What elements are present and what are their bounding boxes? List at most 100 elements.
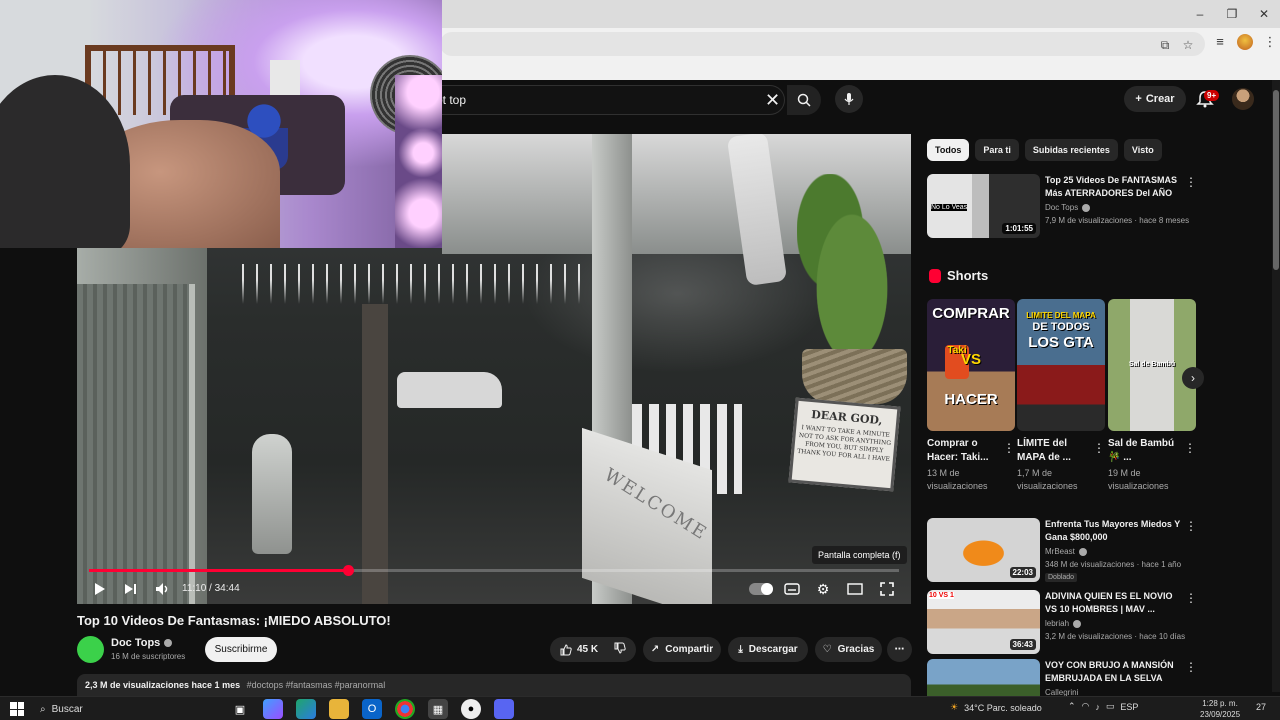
video-thumbnail[interactable]: No Lo Veas 1:01:55 [927,174,1040,238]
windows-start-icon[interactable] [10,702,24,716]
bookmark-star-icon[interactable]: ☆ [1181,38,1195,52]
channel-name[interactable]: MrBeast [1045,547,1075,556]
channel-name-row[interactable]: Doc Tops [111,637,173,649]
chip-recent-uploads[interactable]: Subidas recientes [1024,139,1118,161]
chip-all[interactable]: Todos [927,139,970,161]
scrollbar-thumb[interactable] [1273,90,1279,270]
menu-kebab-icon[interactable]: ⋮ [1262,34,1278,50]
copilot-icon[interactable] [263,699,283,719]
play-button[interactable] [90,579,110,599]
video-title[interactable]: Top 25 Videos De FANTASMAS Más ATERRADOR… [1045,174,1185,200]
profile-avatar-icon[interactable] [1237,34,1253,50]
cast-icon[interactable]: ⧉ [1158,38,1172,52]
more-vertical-icon[interactable]: ⋮ [1184,441,1196,455]
video-title[interactable]: VOY CON BRUJO A MANSIÓN EMBRUJADA EN LA … [1045,659,1185,685]
create-button[interactable]: + Crear [1124,86,1186,112]
account-avatar[interactable] [1232,88,1254,110]
channel-avatar[interactable] [77,636,104,663]
outlook-icon[interactable]: O [362,699,382,719]
close-button[interactable]: ✕ [1248,0,1280,28]
volume-button[interactable] [153,579,173,599]
more-vertical-icon[interactable]: ⋮ [1185,592,1197,604]
short-thumbnail[interactable]: COMPRAR Taki VS HACER [927,299,1015,431]
page-scrollbar[interactable] [1272,80,1280,692]
address-bar[interactable]: ⧉ ☆ [440,32,1205,56]
short-item[interactable]: Sal de Bambú Sal de Bambú 🎋 ... 19 M de … [1108,299,1196,493]
short-item[interactable]: LIMITE DEL MAPA DE TODOS LOS GTA LÍMITE … [1017,299,1105,493]
video-thumbnail[interactable]: 22:03 [927,518,1040,582]
chip-for-you[interactable]: Para ti [975,139,1019,161]
video-title[interactable]: Enfrenta Tus Mayores Miedos Y Gana $800,… [1045,518,1185,544]
wifi-icon[interactable]: ◠ [1082,701,1090,712]
short-title[interactable]: Sal de Bambú 🎋 ... [1108,437,1184,465]
weather-widget[interactable]: ☀ 34°C Parc. soleado [950,702,1042,713]
search-button[interactable] [787,85,821,115]
more-vertical-icon[interactable]: ⋮ [1185,176,1197,188]
more-vertical-icon[interactable]: ⋮ [1185,661,1197,673]
task-view-icon[interactable]: ▣ [230,699,250,719]
short-title[interactable]: LÍMITE del MAPA de ... [1017,437,1093,465]
taskbar-search[interactable]: ⌕ Buscar [34,699,224,719]
next-button[interactable] [121,579,141,599]
download-button[interactable]: ⤓ Descargar [728,637,808,662]
store-icon[interactable]: ▦ [428,699,448,719]
media-controls-icon[interactable]: ≡ [1212,34,1228,50]
speaker-icon[interactable]: ♪ [1095,702,1100,712]
short-title[interactable]: Comprar o Hacer: Taki... [927,437,1003,465]
short-item[interactable]: COMPRAR Taki VS HACER Comprar o Hacer: T… [927,299,1015,493]
channel-name-row[interactable]: MrBeast [1045,547,1087,556]
short-thumbnail[interactable]: Sal de Bambú [1108,299,1196,431]
recommended-video[interactable]: 22:03 Enfrenta Tus Mayores Miedos Y Gana… [927,518,1197,582]
short-thumbnail[interactable]: LIMITE DEL MAPA DE TODOS LOS GTA [1017,299,1105,431]
channel-name[interactable]: Callegrini [1045,688,1078,696]
settings-button[interactable]: ⚙ [813,579,833,599]
chrome-icon[interactable] [395,699,415,719]
download-icon: ⤓ [738,644,743,655]
description-box[interactable]: 2,3 M de visualizaciones hace 1 mes #doc… [77,674,911,696]
recommended-video[interactable]: No Lo Veas 1:01:55 Top 25 Videos De FANT… [927,174,1197,238]
edge-icon[interactable] [296,699,316,719]
channel-name[interactable]: Doc Tops [111,637,160,649]
chevron-up-icon[interactable]: ⌃ [1068,701,1076,712]
channel-name-row[interactable]: lebriah [1045,619,1082,628]
autoplay-toggle[interactable] [749,583,773,595]
theater-mode-button[interactable] [845,579,865,599]
share-button[interactable]: ↗ Compartir [643,637,721,662]
chip-watched[interactable]: Visto [1123,139,1162,161]
channel-name[interactable]: lebriah [1045,619,1069,628]
shorts-next-button[interactable]: › [1182,367,1204,389]
voice-search-button[interactable] [835,85,863,113]
fullscreen-button[interactable] [877,579,897,599]
subtitles-button[interactable] [782,579,802,599]
hashtags[interactable]: #doctops #fantasmas #paranormal [247,680,386,690]
file-explorer-icon[interactable] [329,699,349,719]
subscribe-button[interactable]: Suscribirme [205,637,277,662]
video-meta: 7,9 M de visualizaciones · hace 8 meses [1045,216,1190,225]
search-input[interactable]: ot top ✕ [430,85,785,115]
battery-icon[interactable]: ▭ [1106,701,1115,712]
dislike-button[interactable] [614,642,626,657]
like-button[interactable]: 45 K [560,643,598,656]
taskbar-clock[interactable]: 1:28 p. m. 23/09/2025 [1200,698,1240,720]
obs-icon[interactable]: ● [461,699,481,719]
recommended-video[interactable]: 10 VS 1 36:43 ADIVINA QUIEN ES EL NOVIO … [927,590,1197,654]
video-title[interactable]: ADIVINA QUIEN ES EL NOVIO VS 10 HOMBRES … [1045,590,1185,616]
discord-icon[interactable] [494,699,514,719]
progress-bar[interactable] [89,565,899,576]
notification-count[interactable]: 27 [1256,702,1266,712]
video-thumbnail[interactable]: 10 VS 1 36:43 [927,590,1040,654]
channel-name-row[interactable]: Doc Tops [1045,203,1091,212]
video-thumbnail[interactable] [927,659,1040,696]
thanks-button[interactable]: ♡ Gracias [815,637,882,662]
more-vertical-icon[interactable]: ⋮ [1003,441,1015,455]
clear-search-icon[interactable]: ✕ [765,90,780,110]
minimize-button[interactable]: – [1184,0,1216,28]
more-vertical-icon[interactable]: ⋮ [1093,441,1105,455]
channel-name[interactable]: Doc Tops [1045,203,1078,212]
more-vertical-icon[interactable]: ⋮ [1185,520,1197,532]
recommended-video[interactable]: VOY CON BRUJO A MANSIÓN EMBRUJADA EN LA … [927,659,1197,696]
more-actions-button[interactable]: ⋯ [887,637,912,662]
like-dislike-group: 45 K [550,637,636,662]
language-indicator[interactable]: ESP [1120,702,1138,712]
restore-button[interactable]: ❐ [1216,0,1248,28]
